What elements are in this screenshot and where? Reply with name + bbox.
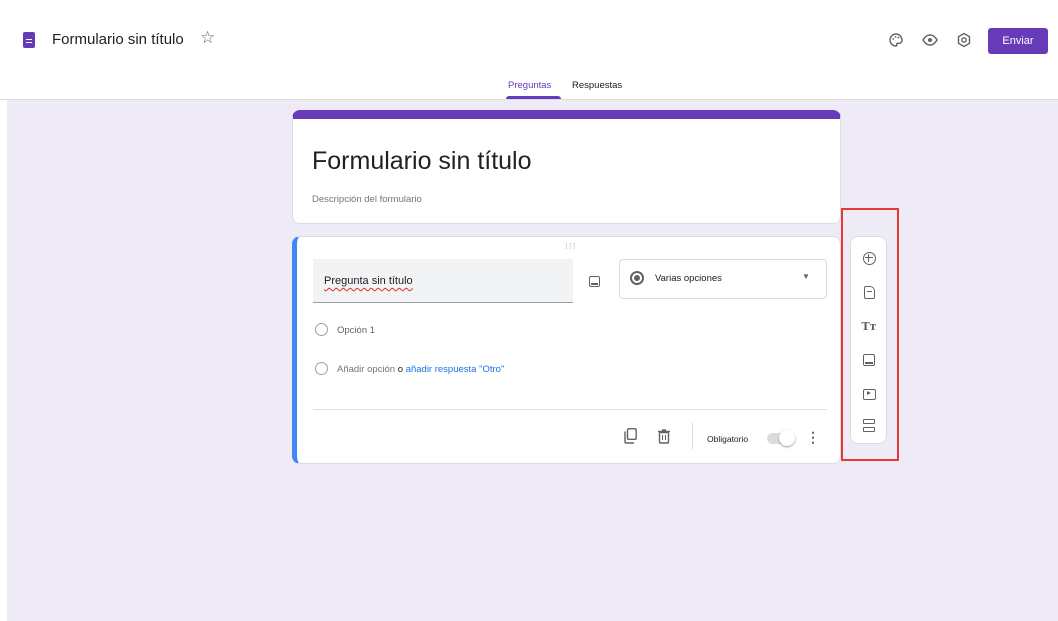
add-option-row: Añadir opción o añadir respuesta "Otro" <box>337 364 504 375</box>
required-toggle[interactable] <box>767 430 795 446</box>
drag-handle-icon[interactable]: ⁝⁝⁝ <box>565 241 577 252</box>
trash-icon[interactable] <box>656 427 672 445</box>
duplicate-icon[interactable] <box>622 427 638 445</box>
option-1-label[interactable]: Opción 1 <box>337 325 375 336</box>
active-tab-indicator <box>506 96 561 99</box>
add-option-radio-icon <box>315 362 328 375</box>
send-button[interactable]: Enviar <box>988 28 1048 54</box>
add-image-icon[interactable] <box>589 276 600 287</box>
preview-eye-icon[interactable] <box>920 30 940 50</box>
tab-respuestas[interactable]: Respuestas <box>572 80 622 91</box>
app-title[interactable]: Formulario sin título <box>52 31 184 48</box>
footer-separator <box>692 423 693 449</box>
question-type-select[interactable]: Varias opciones ▼ <box>619 259 827 299</box>
add-title-icon[interactable]: Tт <box>860 317 878 335</box>
question-type-label: Varias opciones <box>655 273 722 284</box>
form-title[interactable]: Formulario sin título <box>312 147 532 176</box>
radio-button-icon <box>630 271 644 285</box>
forms-doc-icon[interactable] <box>23 32 35 48</box>
add-video-icon[interactable] <box>860 385 878 403</box>
question-title-field[interactable]: Pregunta sin título <box>313 259 573 303</box>
star-icon[interactable]: ☆ <box>200 28 215 48</box>
form-title-card[interactable]: Formulario sin título Descripción del fo… <box>292 110 841 224</box>
option-radio-icon <box>315 323 328 336</box>
more-options-icon[interactable]: ⋮ <box>806 429 820 446</box>
tab-preguntas[interactable]: Preguntas <box>508 80 551 91</box>
settings-icon[interactable] <box>954 30 974 50</box>
palette-icon[interactable] <box>886 30 906 50</box>
add-other-link[interactable]: añadir respuesta "Otro" <box>406 364 505 375</box>
add-option-link[interactable]: Añadir opción <box>337 364 395 375</box>
add-question-icon[interactable] <box>860 249 878 267</box>
required-label: Obligatorio <box>707 434 749 444</box>
add-image-icon[interactable] <box>860 351 878 369</box>
card-footer-divider <box>313 409 827 410</box>
or-separator: o <box>397 364 404 375</box>
question-card[interactable]: ⁝⁝⁝ Pregunta sin título Varias opciones … <box>292 236 841 464</box>
add-section-icon[interactable] <box>860 417 878 435</box>
app-header: Formulario sin título ☆ Enviar Preguntas… <box>0 0 1058 100</box>
question-title: Pregunta sin título <box>324 275 413 287</box>
floating-toolbar: Tт <box>850 236 887 444</box>
form-description-field[interactable]: Descripción del formulario <box>312 194 422 205</box>
dropdown-arrow-icon: ▼ <box>802 272 810 281</box>
import-questions-icon[interactable] <box>860 283 878 301</box>
